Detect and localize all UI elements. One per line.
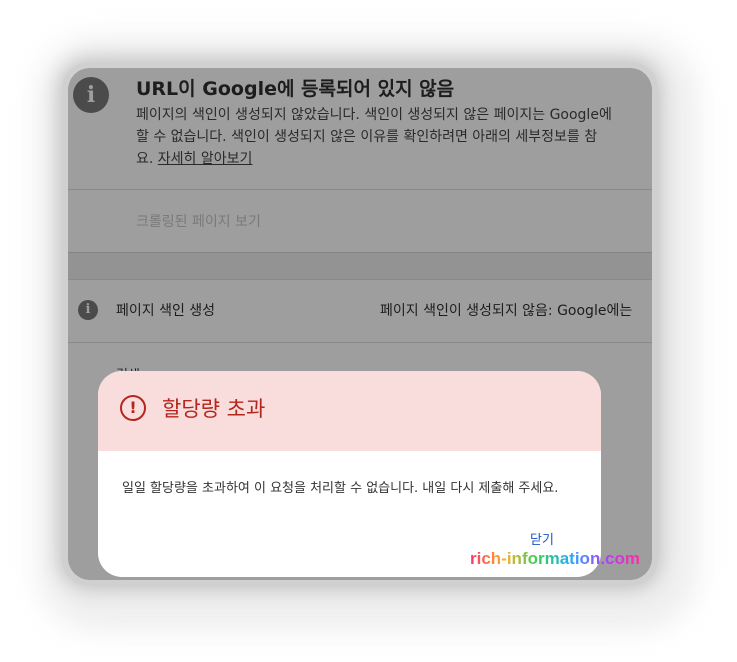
section-band [68,252,652,280]
indexing-value: 페이지 색인이 생성되지 않음: Google에는 [380,303,633,319]
description-line-3: 요. 자세히 알아보기 [136,148,652,170]
close-button[interactable]: 닫기 [530,529,554,548]
description-line-3-text: 요. [136,151,154,167]
description-line-1: 페이지의 색인이 생성되지 않았습니다. 색인이 생성되지 않은 페이지는 Go… [136,107,612,123]
alert-circle-icon: ! [120,395,146,421]
divider [68,189,652,190]
divider [68,342,652,343]
status-title: URL이 Google에 등록되어 있지 않음 [136,78,455,100]
learn-more-link[interactable]: 자세히 알아보기 [158,151,253,167]
quota-exceeded-dialog: ! 할당량 초과 일일 할당량을 초과하여 이 요청을 처리할 수 없습니다. … [98,371,601,577]
info-icon: i [78,300,98,320]
description-line-2: 할 수 없습니다. 색인이 생성되지 않은 이유를 확인하려면 아래의 세부정보… [136,129,598,145]
indexing-label: 페이지 색인 생성 [116,303,216,319]
view-crawled-page-button[interactable]: 크롤링된 페이지 보기 [136,211,261,231]
dialog-message: 일일 할당량을 초과하여 이 요청을 처리할 수 없습니다. 내일 다시 제출해… [122,481,559,496]
watermark: rich-information.com [470,549,641,568]
dialog-title: 할당량 초과 [162,397,266,421]
status-description: 페이지의 색인이 생성되지 않았습니다. 색인이 생성되지 않은 페이지는 Go… [136,104,652,170]
info-icon: i [73,77,109,113]
dialog-header: ! 할당량 초과 [98,371,601,451]
